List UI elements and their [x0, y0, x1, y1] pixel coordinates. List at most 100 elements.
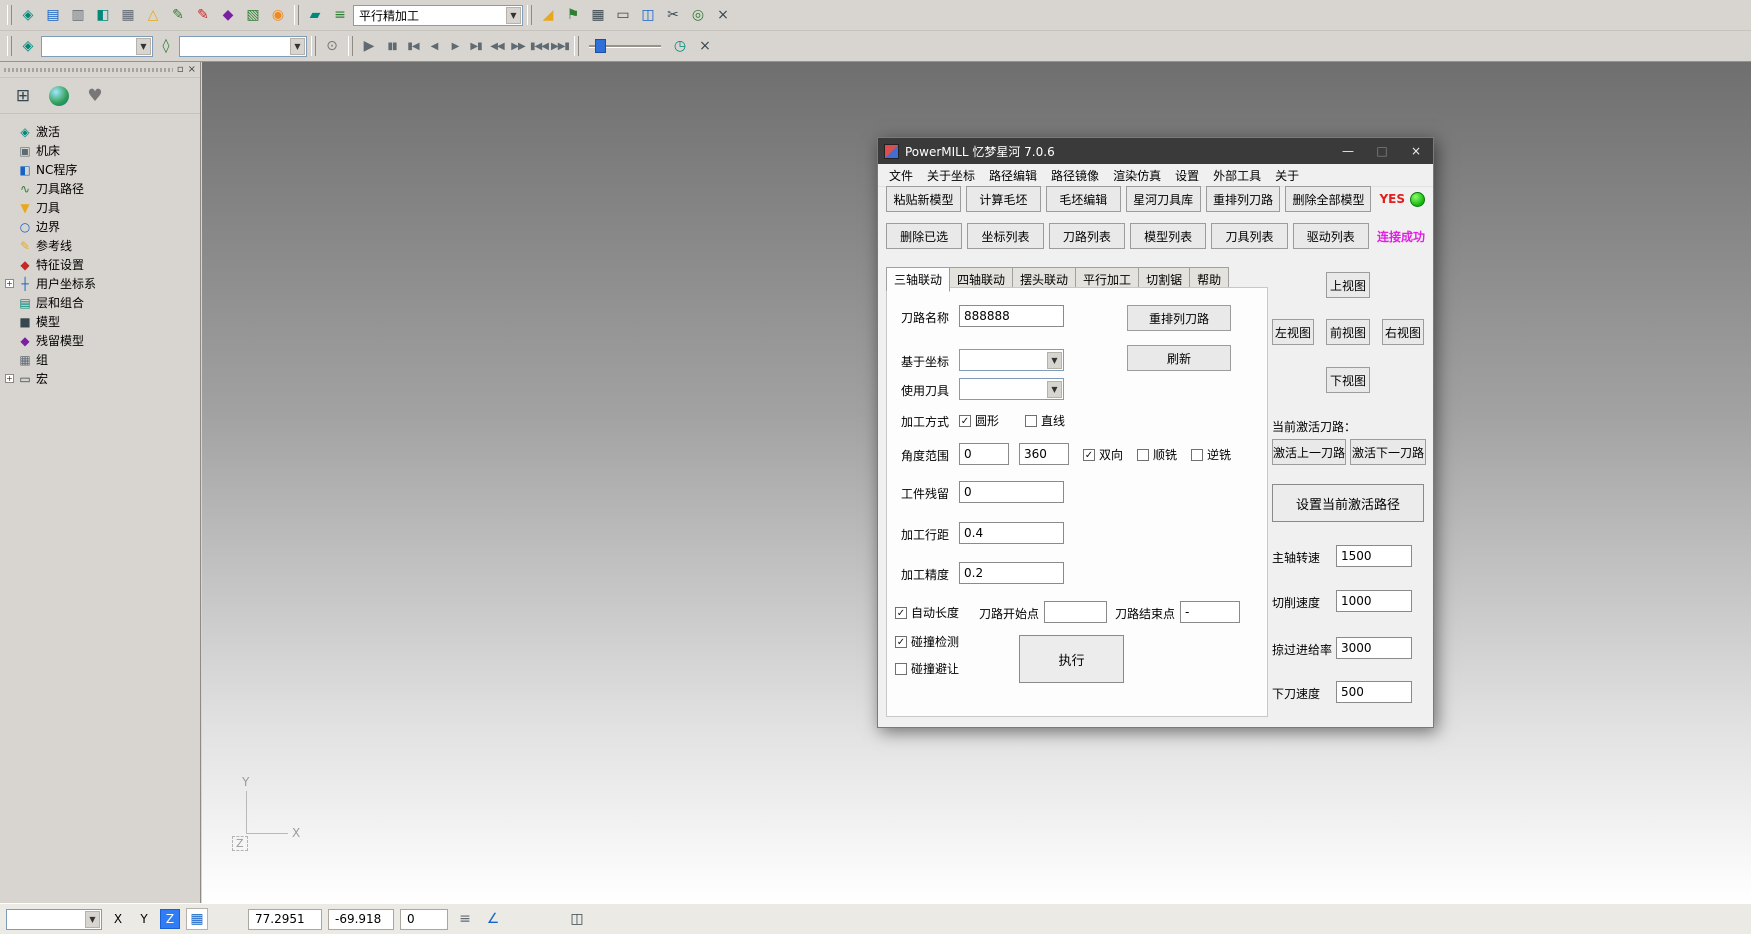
expander[interactable] — [5, 241, 14, 250]
toolpath-list-button[interactable]: 刀路列表 — [1049, 223, 1125, 249]
model-list-button[interactable]: 模型列表 — [1130, 223, 1206, 249]
refresh-button[interactable]: 刷新 — [1127, 345, 1231, 371]
drive-list-button[interactable]: 驱动列表 — [1293, 223, 1369, 249]
minimize-button[interactable]: — — [1331, 138, 1365, 164]
x-axis-button[interactable]: X — [108, 909, 128, 929]
activate-next-button[interactable]: 激活下一刀路 — [1350, 439, 1426, 465]
lightbulb-icon[interactable]: ⊙ — [320, 34, 344, 58]
toolpath-name-input[interactable] — [959, 305, 1064, 327]
skim-feed-input[interactable] — [1336, 637, 1412, 659]
calculator-icon[interactable]: ▦ — [586, 3, 610, 27]
circle-checkbox[interactable]: ✓ 圆形 — [959, 412, 999, 429]
measure-icon[interactable]: △ — [141, 3, 165, 27]
view-preset-dropdown[interactable]: ▼ — [6, 909, 102, 930]
grid-toggle-icon[interactable]: ▦ — [186, 908, 208, 930]
toolbar-grip[interactable] — [527, 5, 532, 25]
expander[interactable] — [5, 184, 14, 193]
flag-icon[interactable]: ⚑ — [561, 3, 585, 27]
expander[interactable] — [5, 355, 14, 364]
levels-icon[interactable]: ◈ — [16, 3, 40, 27]
menu-path-mirror[interactable]: 路径镜像 — [1044, 167, 1106, 184]
plunge-feed-input[interactable] — [1336, 681, 1412, 703]
toolbar-grip[interactable] — [311, 36, 316, 56]
toolbar-grip[interactable] — [7, 5, 12, 25]
clock-icon[interactable]: ◷ — [668, 34, 692, 58]
tree-item-model[interactable]: ■ 模型 — [5, 312, 200, 331]
tool-dropdown[interactable]: ▼ — [959, 378, 1064, 400]
menu-path-edit[interactable]: 路径编辑 — [982, 167, 1044, 184]
view-top-button[interactable]: 上视图 — [1326, 272, 1370, 298]
stepover-input[interactable] — [959, 522, 1064, 544]
search-icon[interactable]: ◎ — [686, 3, 710, 27]
go-to-start-icon[interactable]: ▮◀◀ — [529, 34, 549, 58]
world-icon[interactable] — [46, 83, 72, 109]
step-back-icon[interactable]: ◀ — [424, 34, 444, 58]
start-point-input[interactable] — [1044, 601, 1107, 623]
tree-item-machine[interactable]: ▣ 机床 — [5, 141, 200, 160]
tab-3axis[interactable]: 三轴联动 — [886, 267, 950, 292]
tree-item-levels[interactable]: ▤ 层和组合 — [5, 293, 200, 312]
toolpath-select-dropdown[interactable]: ▼ — [41, 36, 153, 57]
scissors-icon[interactable]: ✂ — [661, 3, 685, 27]
y-axis-button[interactable]: Y — [134, 909, 154, 929]
dialog-titlebar[interactable]: PowerMILL 忆梦星河 7.0.6 — □ × — [878, 138, 1433, 164]
block-edit-button[interactable]: 毛坯编辑 — [1046, 186, 1121, 212]
angle-from-input[interactable] — [959, 443, 1009, 465]
tree-item-group[interactable]: ▦ 组 — [5, 350, 200, 369]
toolbar-grip[interactable] — [574, 36, 579, 56]
step-forward-icon[interactable]: ▶ — [445, 34, 465, 58]
expander[interactable] — [5, 222, 14, 231]
maximize-button[interactable]: □ — [1365, 138, 1399, 164]
tool-list-button[interactable]: 刀具列表 — [1211, 223, 1287, 249]
strategy-preset-dropdown[interactable]: 平行精加工 ▼ — [353, 5, 523, 26]
tree-item-toolpath[interactable]: ∿ 刀具路径 — [5, 179, 200, 198]
coord-list-button[interactable]: 坐标列表 — [967, 223, 1043, 249]
panel-close-icon[interactable]: × — [188, 64, 196, 75]
calc-block-button[interactable]: 计算毛坯 — [966, 186, 1041, 212]
select-icon[interactable]: ◊ — [154, 34, 178, 58]
view-front-button[interactable]: 前视图 — [1326, 319, 1370, 345]
step-to-start-icon[interactable]: ▮◀ — [403, 34, 423, 58]
tree-item-macro[interactable]: + ▭ 宏 — [5, 369, 200, 388]
expander[interactable] — [5, 317, 14, 326]
angle-measure-icon[interactable]: ∠ — [482, 908, 504, 930]
tree-item-feature-set[interactable]: ◆ 特征设置 — [5, 255, 200, 274]
menu-settings[interactable]: 设置 — [1168, 167, 1206, 184]
edit-boundary-icon[interactable]: ✎ — [191, 3, 215, 27]
rearrange-button[interactable]: 重排列刀路 — [1127, 305, 1231, 331]
rearrange-toolpaths-button[interactable]: 重排列刀路 — [1206, 186, 1281, 212]
toolbar-grip[interactable] — [348, 36, 353, 56]
menu-external-tools[interactable]: 外部工具 — [1206, 167, 1268, 184]
stats-icon[interactable]: ◫ — [636, 3, 660, 27]
print-icon[interactable]: ▥ — [66, 3, 90, 27]
expander[interactable] — [5, 298, 14, 307]
collision-avoid-checkbox[interactable]: 碰撞避让 — [895, 660, 959, 677]
menu-file[interactable]: 文件 — [882, 167, 920, 184]
expander[interactable] — [5, 203, 14, 212]
line-checkbox[interactable]: 直线 — [1025, 412, 1065, 429]
z-axis-button[interactable]: Z — [160, 909, 180, 929]
brush-icon[interactable]: ◈ — [16, 34, 40, 58]
delete-all-models-button[interactable]: 删除全部模型 — [1285, 186, 1371, 212]
pause-icon[interactable]: ▮▮ — [382, 34, 402, 58]
tree-item-pattern[interactable]: ✎ 参考线 — [5, 236, 200, 255]
menu-render-sim[interactable]: 渲染仿真 — [1106, 167, 1168, 184]
paste-new-model-button[interactable]: 粘贴新模型 — [886, 186, 961, 212]
keypad-icon[interactable]: ▭ — [611, 3, 635, 27]
tolerance-input[interactable] — [959, 562, 1064, 584]
collision-check-checkbox[interactable]: ✓ 碰撞检测 — [895, 633, 959, 650]
tree-item-boundary[interactable]: ○ 边界 — [5, 217, 200, 236]
angle-to-input[interactable] — [1019, 443, 1069, 465]
execute-button[interactable]: 执行 — [1019, 635, 1124, 683]
activate-prev-button[interactable]: 激活上一刀路 — [1272, 439, 1346, 465]
toolbar-grip[interactable] — [294, 5, 299, 25]
rewind-icon[interactable]: ◀◀ — [487, 34, 507, 58]
save-icon[interactable]: ▤ — [41, 3, 65, 27]
conventional-mill-checkbox[interactable]: 逆铣 — [1191, 446, 1231, 463]
bidirectional-checkbox[interactable]: ✓ 双向 — [1083, 446, 1123, 463]
expander[interactable] — [5, 127, 14, 136]
expander[interactable] — [5, 336, 14, 345]
copy-icon[interactable]: ▧ — [241, 3, 265, 27]
strategy-list-icon[interactable]: ≡ — [328, 3, 352, 27]
expander[interactable]: + — [5, 279, 14, 288]
